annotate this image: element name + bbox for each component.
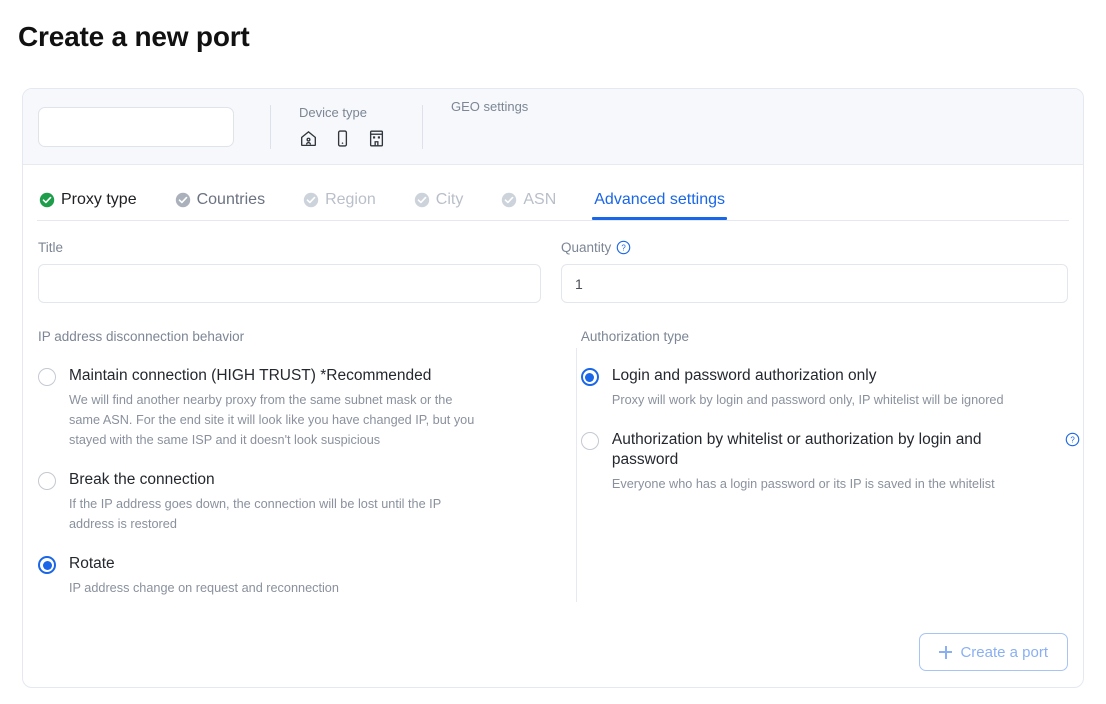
wizard-tabs: Proxy type Countries Region City ASN Adv…	[37, 179, 1069, 221]
radio-maintain-connection[interactable]	[38, 368, 56, 386]
radio-row-maintain-connection[interactable]: Maintain connection (HIGH TRUST) *Recomm…	[38, 366, 543, 450]
create-port-card: Device type GEO settings Proxy type Coun…	[22, 88, 1084, 688]
radio-title[interactable]: Maintain connection (HIGH TRUST) *Recomm…	[69, 366, 543, 386]
radio-description: Everyone who has a login password or its…	[611, 477, 995, 491]
radio-description: IP address change on request and reconne…	[69, 581, 339, 595]
title-input[interactable]	[38, 264, 542, 303]
radio-rotate[interactable]	[38, 556, 56, 574]
create-port-label: Create a port	[960, 643, 1048, 661]
tab-asn: ASN	[499, 179, 558, 220]
advanced-settings-panel: Title Quantity ? 1 IP address disconnect…	[23, 221, 1083, 602]
tab-label: Region	[325, 190, 376, 208]
quantity-label: Quantity	[561, 239, 612, 255]
radio-title[interactable]: Break the connection	[69, 470, 543, 490]
authorization-group-label: Authorization type	[580, 329, 689, 344]
tab-region: Region	[301, 179, 378, 220]
check-circle-light-icon	[303, 192, 319, 208]
check-circle-light-icon	[501, 192, 517, 208]
svg-text:?: ?	[622, 244, 627, 253]
page-title: Create a new port	[18, 21, 250, 52]
quantity-label-row: Quantity ?	[561, 239, 1068, 256]
tab-proxy-type[interactable]: Proxy type	[37, 179, 139, 220]
plus-icon	[939, 645, 953, 659]
tab-city: City	[412, 179, 466, 220]
tab-advanced-settings[interactable]: Advanced settings	[592, 179, 727, 220]
radio-break-connection[interactable]	[38, 472, 56, 490]
tab-countries[interactable]: Countries	[173, 179, 267, 220]
tab-label: Proxy type	[61, 190, 137, 208]
radio-description: Proxy will work by login and password on…	[611, 393, 1004, 407]
radio-title[interactable]: Authorization by whitelist or authorizat…	[612, 430, 1004, 470]
radio-row-login-password-only[interactable]: Login and password authorization only Pr…	[580, 366, 1068, 410]
mobile-icon[interactable]	[333, 129, 352, 148]
check-circle-gray-icon	[175, 192, 191, 208]
column-divider	[576, 348, 577, 602]
disconnect-group-label: IP address disconnection behavior	[38, 329, 245, 344]
radio-login-password-only[interactable]	[580, 368, 599, 386]
device-type-group: Device type	[271, 99, 386, 155]
question-circle-icon[interactable]: ?	[616, 240, 631, 255]
tab-label: Countries	[196, 190, 266, 208]
radio-whitelist-or-login[interactable]	[580, 432, 599, 450]
home-icon[interactable]	[299, 129, 318, 148]
card-footer: Create a port	[919, 633, 1068, 671]
radio-row-rotate[interactable]: Rotate IP address change on request and …	[38, 554, 543, 598]
radio-row-break-connection[interactable]: Break the connection If the IP address g…	[38, 470, 543, 534]
quantity-field-wrap: Quantity ?	[561, 239, 1068, 303]
tab-label: ASN	[523, 190, 557, 208]
radio-description: If the IP address goes down, the connect…	[69, 497, 441, 531]
title-label: Title	[38, 239, 64, 255]
tab-label: Advanced settings	[594, 190, 725, 208]
device-type-label: Device type	[299, 105, 367, 120]
search-input[interactable]	[38, 106, 234, 147]
device-type-icons	[299, 128, 386, 148]
question-circle-icon[interactable]: ?	[1065, 432, 1080, 447]
title-field-wrap: Title	[38, 239, 542, 303]
radio-row-whitelist-or-login[interactable]: Authorization by whitelist or authorizat…	[580, 430, 1080, 494]
disconnect-behavior-group: IP address disconnection behavior Mainta…	[38, 329, 557, 598]
radio-texts: Break the connection If the IP address g…	[56, 470, 543, 534]
building-icon[interactable]	[367, 129, 386, 148]
authorization-type-group: Authorization type Login and password au…	[557, 329, 1080, 598]
svg-text:?: ?	[1070, 436, 1075, 445]
radio-texts: Rotate IP address change on request and …	[56, 554, 543, 598]
radio-texts: Login and password authorization only Pr…	[599, 366, 1068, 410]
check-circle-green-icon	[39, 192, 55, 208]
radio-description: We will find another nearby proxy from t…	[69, 393, 475, 447]
options-columns: IP address disconnection behavior Mainta…	[38, 329, 1080, 602]
geo-settings-group[interactable]: GEO settings	[423, 99, 528, 155]
tab-label: City	[435, 190, 464, 208]
check-circle-light-icon	[414, 192, 430, 208]
radio-texts: Maintain connection (HIGH TRUST) *Recomm…	[56, 366, 543, 450]
card-header: Device type GEO settings	[23, 89, 1083, 165]
fields-row: Title Quantity ?	[38, 239, 1068, 303]
radio-title[interactable]: Rotate	[69, 554, 543, 574]
geo-settings-label: GEO settings	[451, 98, 529, 114]
radio-texts: Authorization by whitelist or authorizat…	[599, 430, 1068, 494]
quantity-input[interactable]	[561, 264, 1068, 303]
create-port-button[interactable]: Create a port	[919, 633, 1068, 671]
radio-title[interactable]: Login and password authorization only	[612, 366, 1068, 386]
